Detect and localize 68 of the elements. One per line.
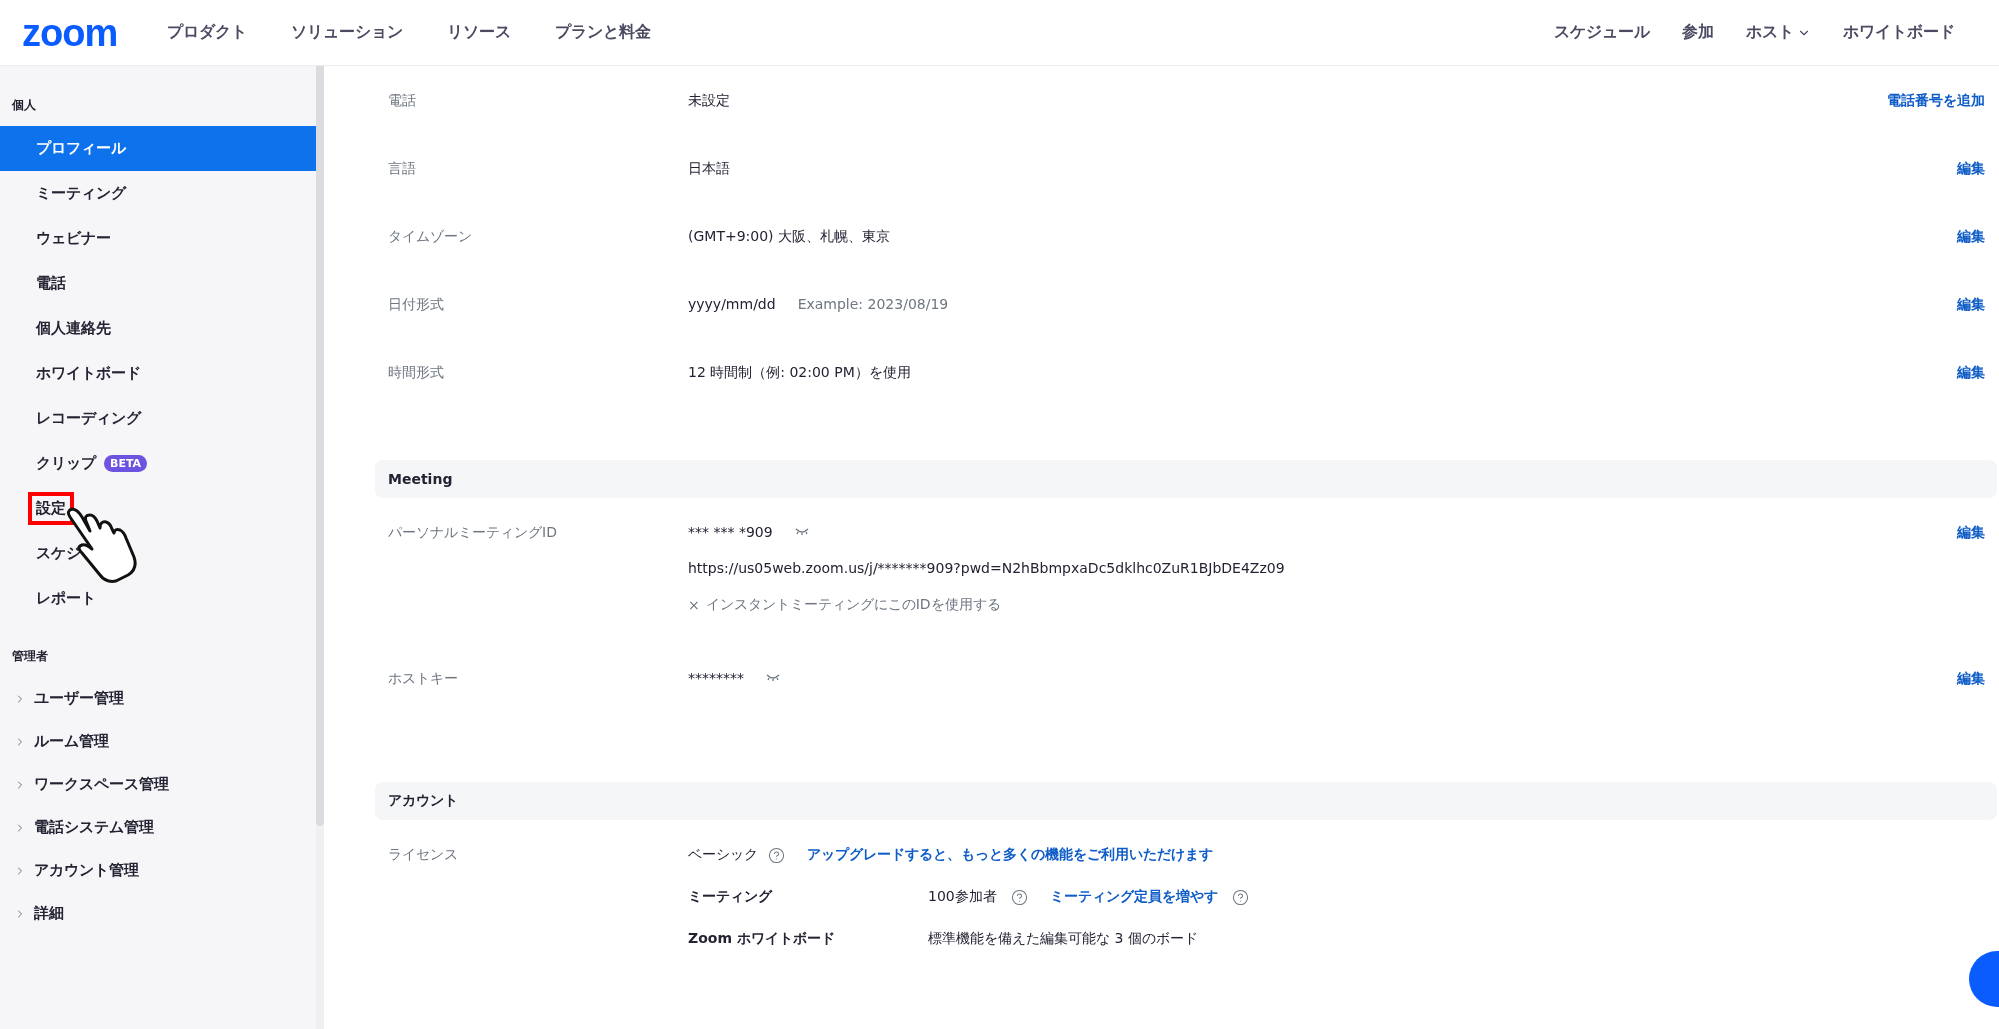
sidebar-item[interactable]: 詳細 [0, 892, 64, 935]
sidebar-item[interactable]: 電話システム管理 [0, 806, 154, 849]
sidebar-item[interactable]: ホワイトボード [0, 351, 141, 396]
feature-value: 標準機能を備えた編集可能な 3 個のボード [928, 930, 1198, 948]
option-text: インスタントミーティングにこのIDを使用する [705, 596, 1001, 614]
edit-link[interactable]: 電話番号を追加 [1887, 78, 1985, 110]
plan-name: ベーシック [688, 846, 758, 864]
close-mark[interactable]: × [688, 597, 700, 613]
field-label: ライセンス [388, 845, 459, 864]
field-value: (GMT+9:00) 大阪、札幌、東京 [688, 228, 891, 246]
help-icon[interactable] [1010, 888, 1028, 906]
nav-link[interactable]: プロダクト [167, 22, 248, 43]
feature-name: ミーティング [688, 888, 774, 906]
section-heading: 個人 [11, 96, 37, 114]
example-text: Example: 2023/08/19 [797, 296, 949, 312]
section-header: アカウント [375, 782, 1997, 820]
help-icon[interactable] [1231, 888, 1249, 906]
sidebar-item[interactable]: 電話 [0, 261, 66, 306]
field-label: 時間形式 [388, 363, 445, 382]
nav-dropdown[interactable]: ホスト [1746, 22, 1811, 43]
nav-link[interactable]: 参加 [1682, 22, 1714, 43]
edit-link[interactable]: 編集 [1957, 146, 1985, 178]
field-label: 言語 [388, 159, 417, 178]
help-icon[interactable] [768, 846, 785, 864]
sidebar-item[interactable]: アカウント管理 [0, 849, 139, 892]
sidebar-item[interactable]: ミーティング [0, 171, 126, 216]
sidebar-item[interactable]: ウェビナー [0, 216, 111, 261]
nav-link[interactable]: ソリューション [291, 22, 404, 43]
edit-link[interactable]: 編集 [1957, 350, 1985, 382]
edit-link[interactable]: 編集 [1957, 662, 1985, 688]
field-value: ******** [688, 670, 744, 686]
nav-link[interactable]: スケジュール [1554, 22, 1650, 43]
edit-link[interactable]: 編集 [1957, 282, 1985, 314]
sidebar-item[interactable]: ユーザー管理 [0, 677, 124, 720]
edit-link[interactable]: 編集 [1957, 214, 1985, 246]
field-value: yyyy/mm/dd [688, 296, 776, 312]
meeting-url: https://us05web.zoom.us/j/*******909?pwd=N2hBbmpxaDc5dklhc0ZuR1BJbDE4Zz09 [688, 560, 1286, 576]
feature-name: Zoom ホワイトボード [688, 930, 836, 948]
increase-link[interactable]: ミーティング定員を増やす [1049, 888, 1218, 906]
edit-link[interactable]: 編集 [1957, 516, 1985, 542]
feature-value: 100参加者 [928, 888, 997, 906]
field-value: 日本語 [688, 160, 730, 178]
section-heading: 管理者 [11, 647, 49, 665]
sidebar-item[interactable]: レコーディング [0, 396, 141, 441]
nav-link[interactable]: ホワイトボード [1843, 22, 1955, 43]
eye-closed-icon[interactable] [794, 528, 809, 536]
eye-closed-icon[interactable] [766, 674, 780, 682]
sidebar-item[interactable]: 個人連絡先 [0, 306, 111, 351]
sidebar-item[interactable]: クリップ BETA [0, 441, 148, 486]
upgrade-link[interactable]: アップグレードすると、もっと多くの機能をご利用いただけます [807, 846, 1213, 864]
field-value: *** *** *909 [688, 524, 773, 540]
field-label: パーソナルミーティングID [388, 523, 558, 542]
zoom-logo[interactable]: zoom [22, 13, 118, 52]
sidebar-item[interactable]: プロフィール [0, 126, 316, 171]
scrollbar[interactable] [316, 66, 324, 826]
field-label: 電話 [388, 91, 417, 110]
nav-link[interactable]: リソース [447, 22, 512, 43]
field-label: 日付形式 [388, 295, 445, 314]
sidebar-item[interactable]: ワークスペース管理 [0, 763, 169, 806]
section-header: Meeting [375, 460, 1997, 498]
beta-badge: BETA [104, 455, 148, 472]
nav-link[interactable]: プランと料金 [555, 22, 652, 43]
field-label: タイムゾーン [388, 227, 473, 246]
field-label: ホストキー [388, 669, 459, 688]
sidebar-item[interactable]: ルーム管理 [0, 720, 109, 763]
field-value: 未設定 [688, 92, 730, 110]
sidebar-item[interactable]: レポート [0, 576, 96, 621]
field-value: 12 時間制（例: 02:00 PM）を使用 [688, 364, 911, 382]
